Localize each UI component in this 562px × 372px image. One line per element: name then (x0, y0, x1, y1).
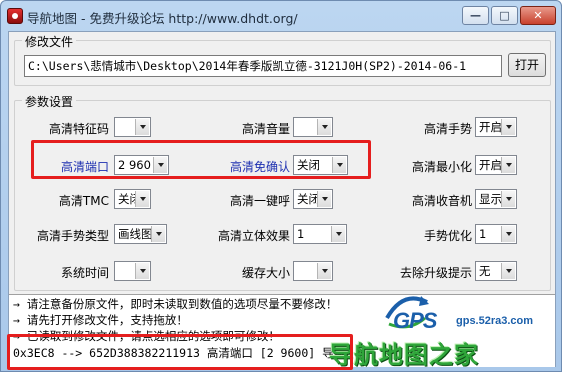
file-group-label: 修改文件 (22, 33, 77, 50)
param-dropdown[interactable]: 关闭 (114, 189, 151, 209)
param-label: 手势优化 (423, 229, 472, 243)
param-dropdown[interactable]: 1 (293, 224, 347, 244)
param-dropdown[interactable]: 开启 (475, 117, 517, 137)
chevron-down-icon[interactable] (135, 191, 149, 207)
param-dropdown-value: 开启 (479, 158, 502, 172)
param-label: 高清收音机 (411, 194, 472, 208)
param-label: 高清TMC (58, 194, 109, 208)
open-button[interactable]: 打开 (508, 53, 546, 77)
param-dropdown[interactable] (293, 261, 333, 281)
chevron-down-icon[interactable] (501, 226, 515, 242)
log-line: → 请注意备份原文件，即时未读取到数值的选项尽量不要修改！ (13, 297, 338, 311)
param-dropdown[interactable]: 1 (475, 224, 517, 244)
param-label: 高清音量 (241, 122, 290, 136)
file-path-input[interactable]: C:\Users\悲情城市\Desktop\2014年春季版凯立德-3121J0… (24, 55, 502, 77)
title-bar[interactable]: 导航地图 - 免费升级论坛 http://www.dhdt.org/ — □ ✕ (1, 1, 561, 31)
highlight-box-params (31, 140, 371, 179)
param-dropdown-value: 开启 (479, 120, 502, 134)
param-dropdown-value: 无 (479, 264, 491, 278)
client-area: 修改文件 C:\Users\悲情城市\Desktop\2014年春季版凯立德-3… (7, 31, 556, 370)
highlight-box-log (7, 334, 353, 370)
param-label: 高清特征码 (48, 122, 109, 136)
params-group: 参数设置 高清特征码 高清音量 高清手势 开启 高清端口 2 960 高清免确认 关闭 高清最小… (14, 93, 551, 291)
chevron-down-icon[interactable] (501, 263, 515, 279)
param-dropdown[interactable]: 显示 (475, 189, 517, 209)
param-dropdown[interactable]: 画线图 (114, 224, 167, 244)
chevron-down-icon[interactable] (317, 263, 331, 279)
chevron-down-icon[interactable] (151, 226, 165, 242)
chevron-down-icon[interactable] (501, 191, 515, 207)
chevron-down-icon[interactable] (317, 119, 331, 135)
log-line: → 请先打开修改文件，支持拖放！ (13, 313, 188, 327)
param-label: 系统时间 (60, 266, 109, 280)
app-window: 导航地图 - 免费升级论坛 http://www.dhdt.org/ — □ ✕… (0, 0, 562, 372)
app-icon (7, 8, 23, 24)
param-label: 去除升级提示 (399, 266, 472, 280)
param-label: 高清手势 (423, 122, 472, 136)
chevron-down-icon[interactable] (501, 157, 515, 173)
chevron-down-icon[interactable] (317, 191, 331, 207)
param-label: 高清最小化 (411, 160, 472, 174)
param-dropdown[interactable] (114, 261, 151, 281)
chevron-down-icon[interactable] (135, 263, 149, 279)
chevron-down-icon[interactable] (501, 119, 515, 135)
close-button[interactable]: ✕ (520, 6, 556, 25)
param-label: 高清立体效果 (217, 229, 290, 243)
param-dropdown[interactable] (293, 117, 333, 137)
file-group: 修改文件 C:\Users\悲情城市\Desktop\2014年春季版凯立德-3… (14, 33, 551, 86)
params-group-label: 参数设置 (22, 93, 77, 110)
param-label: 高清一键呼 (229, 194, 290, 208)
gps-url-text: gps.52ra3.com (456, 315, 534, 327)
param-dropdown[interactable] (114, 117, 151, 137)
chevron-down-icon[interactable] (135, 119, 149, 135)
param-dropdown-value: 1 (479, 227, 487, 241)
maximize-button[interactable]: □ (491, 6, 518, 25)
window-title: 导航地图 - 免费升级论坛 http://www.dhdt.org/ (27, 11, 298, 26)
minimize-button[interactable]: — (462, 6, 489, 25)
param-dropdown-value: 显示 (479, 192, 502, 206)
param-dropdown-value: 画线图 (118, 227, 153, 241)
param-dropdown[interactable]: 开启 (475, 155, 517, 175)
param-dropdown-value: 1 (297, 227, 305, 241)
param-dropdown[interactable]: 无 (475, 261, 517, 281)
param-label: 高清手势类型 (36, 229, 109, 243)
param-dropdown[interactable]: 关闭 (293, 189, 333, 209)
chevron-down-icon[interactable] (331, 226, 345, 242)
param-label: 缓存大小 (241, 266, 290, 280)
gps-brand-text: GPS (393, 308, 437, 333)
